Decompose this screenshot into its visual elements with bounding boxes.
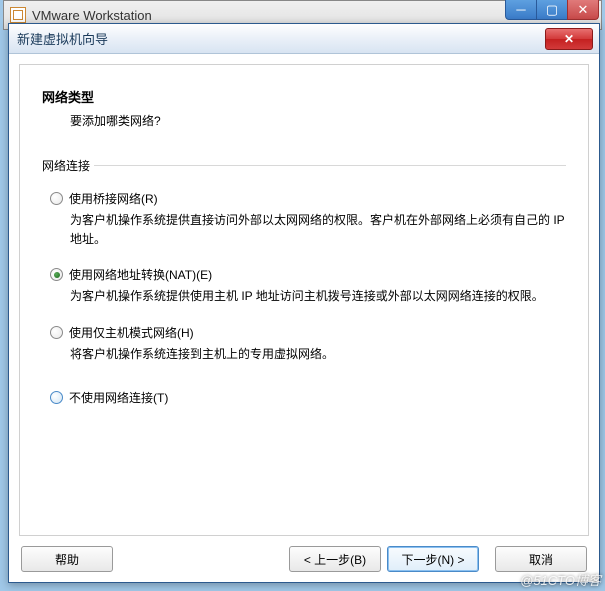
radio-label: 使用桥接网络(R) xyxy=(69,190,158,207)
radio-icon xyxy=(50,192,63,205)
wizard-header: 网络类型 要添加哪类网络? xyxy=(42,81,566,149)
radio-label: 不使用网络连接(T) xyxy=(69,389,168,406)
watermark: @51CTO博客 xyxy=(520,570,601,589)
parent-window-controls: ─ ▢ ✕ xyxy=(506,0,599,20)
content-frame: 网络类型 要添加哪类网络? 网络连接 使用桥接网络(R) 为客户机操作系统提供直… xyxy=(19,64,589,536)
radio-description: 将客户机操作系统连接到主机上的专用虚拟网络。 xyxy=(70,345,566,364)
parent-window-title: VMware Workstation xyxy=(32,8,152,23)
radio-option-hostonly[interactable]: 使用仅主机模式网络(H) 将客户机操作系统连接到主机上的专用虚拟网络。 xyxy=(50,324,566,364)
parent-close-button[interactable]: ✕ xyxy=(567,0,599,20)
radio-description: 为客户机操作系统提供直接访问外部以太网网络的权限。客户机在外部网络上必须有自己的… xyxy=(70,211,566,248)
radio-option-bridged[interactable]: 使用桥接网络(R) 为客户机操作系统提供直接访问外部以太网网络的权限。客户机在外… xyxy=(50,190,566,248)
close-icon: ✕ xyxy=(564,32,574,46)
button-row: 帮助 < 上一步(B) 下一步(N) > 取消 xyxy=(19,536,589,572)
dialog-title: 新建虚拟机向导 xyxy=(17,29,108,48)
radio-icon xyxy=(50,268,63,281)
parent-maximize-button[interactable]: ▢ xyxy=(536,0,568,20)
cancel-button[interactable]: 取消 xyxy=(495,546,587,572)
radio-icon xyxy=(50,391,63,404)
group-label: 网络连接 xyxy=(42,157,566,174)
dialog-titlebar[interactable]: 新建虚拟机向导 ✕ xyxy=(9,24,599,54)
page-subtitle: 要添加哪类网络? xyxy=(42,112,566,129)
radio-description: 为客户机操作系统提供使用主机 IP 地址访问主机拨号连接或外部以太网网络连接的权… xyxy=(70,287,566,306)
radio-label: 使用仅主机模式网络(H) xyxy=(69,324,194,341)
help-button[interactable]: 帮助 xyxy=(21,546,113,572)
radio-icon xyxy=(50,326,63,339)
close-button[interactable]: ✕ xyxy=(545,28,593,50)
vmware-icon xyxy=(10,7,26,23)
radio-option-none[interactable]: 不使用网络连接(T) xyxy=(50,389,566,406)
wizard-dialog: 新建虚拟机向导 ✕ 网络类型 要添加哪类网络? 网络连接 使用桥接网络(R) 为… xyxy=(8,23,600,583)
page-title: 网络类型 xyxy=(42,87,566,106)
radio-label: 使用网络地址转换(NAT)(E) xyxy=(69,266,212,283)
back-button[interactable]: < 上一步(B) xyxy=(289,546,381,572)
parent-minimize-button[interactable]: ─ xyxy=(505,0,537,20)
next-button[interactable]: 下一步(N) > xyxy=(387,546,479,572)
radio-option-nat[interactable]: 使用网络地址转换(NAT)(E) 为客户机操作系统提供使用主机 IP 地址访问主… xyxy=(50,266,566,306)
dialog-body: 网络类型 要添加哪类网络? 网络连接 使用桥接网络(R) 为客户机操作系统提供直… xyxy=(9,54,599,582)
